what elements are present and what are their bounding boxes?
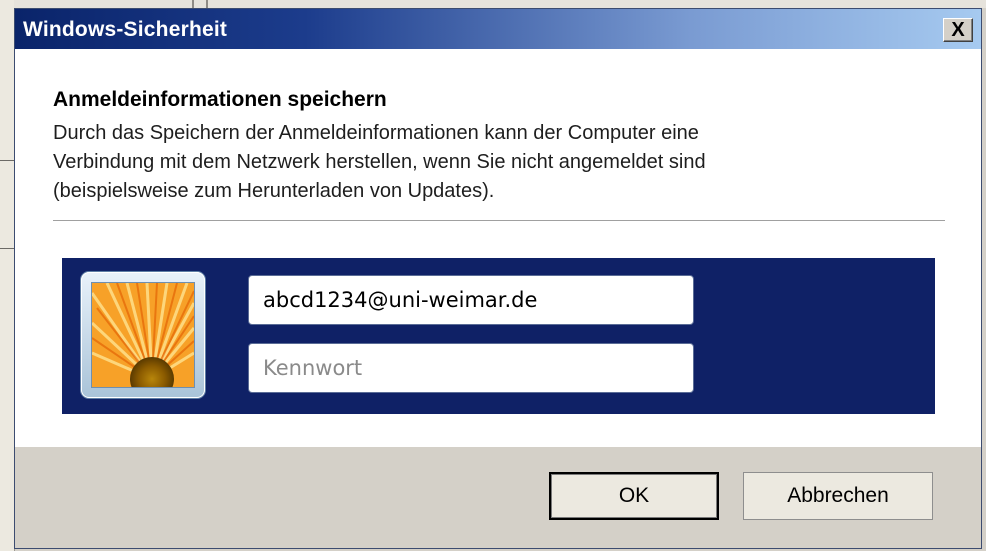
background-tick: [192, 0, 194, 8]
background-window: [0, 0, 15, 551]
password-field[interactable]: Kennwort: [248, 343, 694, 393]
credential-dialog: Windows-Sicherheit X Anmeldeinformatione…: [14, 8, 982, 549]
background-divider: [0, 160, 14, 161]
user-avatar-icon: [91, 282, 195, 388]
ok-button[interactable]: OK: [549, 472, 719, 520]
background-divider: [0, 248, 14, 249]
window-title: Windows-Sicherheit: [23, 18, 228, 41]
background-strip: [14, 0, 986, 8]
description-line-3: (beispielsweise zum Herunterladen von Up…: [53, 180, 495, 202]
title-bar[interactable]: Windows-Sicherheit X: [15, 9, 981, 49]
username-field[interactable]: abcd1234@uni-weimar.de: [248, 275, 694, 325]
cancel-button[interactable]: Abbrechen: [743, 472, 933, 520]
credential-panel: abcd1234@uni-weimar.de Kennwort: [62, 258, 935, 414]
avatar: [81, 272, 205, 398]
background-tick: [206, 0, 208, 8]
dialog-description: Durch das Speichern der Anmeldeinformati…: [53, 119, 933, 206]
close-icon: X: [951, 19, 965, 41]
close-button[interactable]: X: [943, 18, 973, 42]
separator-line: [53, 220, 945, 221]
description-line-2: Verbindung mit dem Netzwerk herstellen, …: [53, 151, 706, 173]
dialog-heading: Anmeldeinformationen speichern: [53, 88, 387, 111]
description-line-1: Durch das Speichern der Anmeldeinformati…: [53, 122, 699, 144]
dialog-content: Anmeldeinformationen speichern Durch das…: [15, 49, 981, 447]
